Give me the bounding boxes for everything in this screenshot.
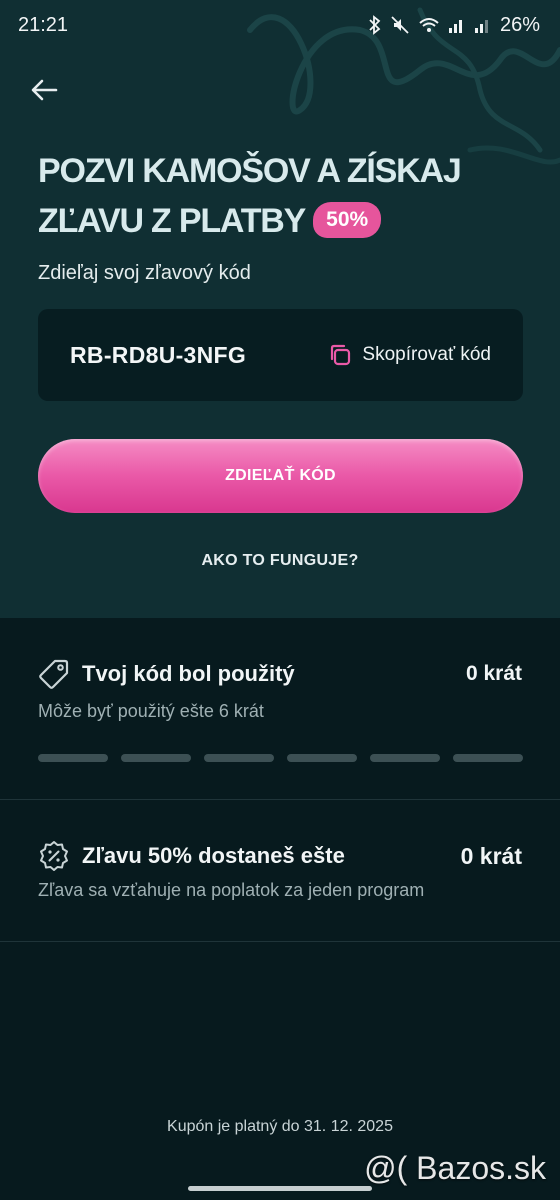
- battery-level: 26%: [499, 13, 540, 36]
- referral-code-box: RB-RD8U-3NFG Skopírovať kód: [38, 309, 523, 401]
- tag-icon: [39, 659, 69, 689]
- usage-progress-segment: [38, 754, 108, 762]
- share-code-label: Zdieľaj svoj zľavový kód: [38, 262, 251, 284]
- title-line-2: ZĽAVU Z PLATBY: [38, 202, 306, 240]
- usage-progress-segment: [121, 754, 191, 762]
- page-title: POZVI KAMOŠOV A ZÍSKAJ ZĽAVU Z PLATBY 50%: [38, 146, 528, 246]
- code-usage-section: Tvoj kód bol použitý 0 krát Môže byť pou…: [0, 618, 560, 800]
- wifi-icon: [419, 18, 439, 32]
- back-button[interactable]: [26, 72, 62, 108]
- arrow-left-icon: [31, 79, 58, 101]
- code-usage-title-wrap: Tvoj kód bol použitý: [38, 658, 295, 690]
- mute-icon: [391, 16, 409, 34]
- home-indicator[interactable]: [188, 1186, 372, 1191]
- usage-progress-segment: [453, 754, 523, 762]
- code-usage-title: Tvoj kód bol použitý: [82, 661, 295, 686]
- referral-code: RB-RD8U-3NFG: [70, 341, 247, 368]
- copy-code-label: Skopírovať kód: [362, 344, 491, 365]
- status-bar: 21:21 26%: [0, 0, 560, 50]
- how-it-works-link[interactable]: AKO TO FUNGUJE?: [0, 552, 560, 570]
- status-time: 21:21: [18, 13, 69, 36]
- copy-icon: [331, 344, 351, 366]
- discount-badge: 50%: [313, 202, 382, 239]
- percent-badge-icon: [40, 841, 68, 871]
- usage-progress: [38, 754, 523, 762]
- discount-subtitle: Zľava sa vzťahuje na poplatok za jeden p…: [38, 880, 425, 900]
- discount-title: Zľavu 50% dostaneš ešte: [82, 843, 345, 868]
- watermark: @( Bazos.sk: [364, 1150, 546, 1186]
- title-line-1: POZVI KAMOŠOV A ZÍSKAJ: [38, 152, 462, 190]
- discount-row: Zľavu 50% dostaneš ešte 0 krát: [38, 840, 522, 872]
- code-usage-subtitle: Môže byť použitý ešte 6 krát: [38, 701, 264, 721]
- usage-progress-segment: [204, 754, 274, 762]
- status-icons: 26%: [368, 14, 540, 37]
- usage-progress-segment: [287, 754, 357, 762]
- copy-code-button[interactable]: Skopírovať kód: [328, 343, 491, 367]
- code-usage-row: Tvoj kód bol použitý 0 krát: [38, 658, 522, 690]
- title-line-2-wrap: ZĽAVU Z PLATBY 50%: [38, 196, 528, 246]
- usage-progress-segment: [370, 754, 440, 762]
- code-usage-count: 0 krát: [465, 662, 522, 685]
- signal-icon-2: [474, 20, 488, 33]
- signal-icon-1: [448, 20, 462, 33]
- discount-section: Zľavu 50% dostaneš ešte 0 krát Zľava sa …: [0, 800, 560, 942]
- bluetooth-icon: [369, 15, 381, 35]
- discount-title-wrap: Zľavu 50% dostaneš ešte: [38, 840, 345, 872]
- coupon-validity: Kupón je platný do 31. 12. 2025: [167, 1118, 393, 1135]
- share-code-button[interactable]: ZDIEĽAŤ KÓD: [38, 439, 523, 513]
- discount-count: 0 krát: [460, 842, 522, 869]
